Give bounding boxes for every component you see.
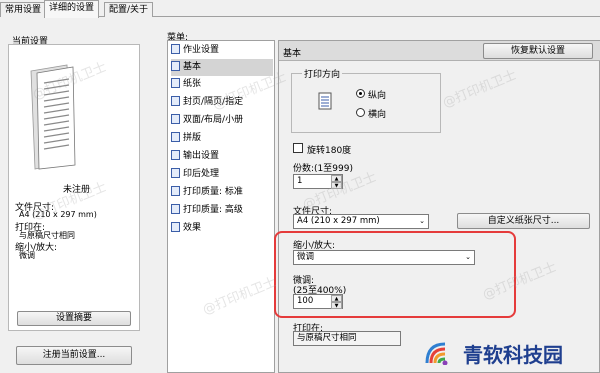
register-current-settings-button[interactable]: 注册当前设置...	[16, 346, 132, 365]
zoom-highlight-box	[274, 231, 516, 318]
basic-icon	[171, 61, 180, 71]
panel-header: 基本 恢复默认设置	[279, 41, 600, 61]
menu-item-output[interactable]: 输出设置	[171, 148, 273, 165]
print-on-dropdown[interactable]: 与原稿尺寸相同	[293, 331, 401, 346]
portrait-label: 纵向	[368, 91, 387, 101]
paper-size-dropdown[interactable]: A4 (210 x 297 mm) ⌄	[293, 214, 429, 229]
menu-item-cover[interactable]: 封页/隔页/指定	[171, 94, 273, 111]
menu-item-quality-advanced[interactable]: 打印质量: 高级	[171, 202, 273, 219]
output-icon	[171, 150, 180, 160]
basic-settings-panel: 基本 恢复默认设置 打印方向 纵向 横向 旋转180度 份数:(1至999) 1…	[278, 40, 600, 373]
landscape-radio[interactable]	[356, 108, 365, 117]
menu-item-basic[interactable]: 基本	[171, 59, 273, 76]
orientation-group: 打印方向 纵向 横向	[291, 67, 441, 133]
signal-logo-icon	[425, 342, 448, 365]
current-settings-panel: 未注册 文件尺寸: A4 (210 x 297 mm) 打印在: 与原稿尺寸相同…	[8, 44, 140, 331]
portrait-radio[interactable]	[356, 89, 365, 98]
chevron-down-icon: ⌄	[419, 217, 425, 225]
paper-icon	[171, 78, 180, 88]
tab-bar: 常用设置 详细的设置 配置/关于	[0, 0, 600, 18]
menu-item-effect[interactable]: 效果	[171, 220, 273, 237]
imposition-icon	[171, 132, 180, 142]
document-preview-icon	[30, 64, 76, 170]
job-settings-icon	[171, 44, 180, 54]
tab-config-about[interactable]: 配置/关于	[104, 2, 154, 17]
brand-text: 青软科技园	[463, 343, 563, 367]
menu-item-job-settings[interactable]: 作业设置	[171, 42, 273, 59]
menu-item-paper[interactable]: 纸张	[171, 76, 273, 93]
tab-common-settings[interactable]: 常用设置	[0, 2, 47, 17]
rotate-180-label: 旋转180度	[307, 146, 352, 156]
menu-item-finishing[interactable]: 印后处理	[171, 166, 273, 183]
orientation-title: 打印方向	[302, 67, 343, 80]
menu-item-imposition[interactable]: 拼版	[171, 130, 273, 147]
copies-label: 份数:(1至999)	[293, 164, 353, 174]
finishing-icon	[171, 168, 180, 178]
quality-icon	[171, 186, 180, 196]
menu-item-quality-standard[interactable]: 打印质量: 标准	[171, 184, 273, 201]
settings-summary-button[interactable]: 设置摘要	[17, 311, 131, 326]
tab-detailed-settings[interactable]: 详细的设置	[44, 0, 100, 18]
restore-defaults-button[interactable]: 恢复默认设置	[483, 43, 593, 59]
quality-advanced-icon	[171, 204, 180, 214]
paper-size-value: A4 (210 x 297 mm)	[19, 210, 97, 219]
menu-item-duplex[interactable]: 双面/布局/小册	[171, 112, 273, 129]
duplex-icon	[171, 114, 180, 124]
registration-status: 未注册	[63, 185, 91, 195]
copies-down-arrow[interactable]: ▼	[331, 182, 342, 189]
panel-header-title: 基本	[283, 49, 302, 59]
landscape-label: 横向	[368, 110, 387, 120]
zoom-value: 微调	[19, 251, 35, 260]
rotate-180-checkbox[interactable]	[293, 143, 303, 153]
custom-paper-size-button[interactable]: 自定义纸张尺寸...	[457, 213, 590, 229]
effect-icon	[171, 222, 180, 232]
menu-list: 作业设置 基本 纸张 封页/隔页/指定 双面/布局/小册 拼版 输出设置 印后处…	[167, 40, 275, 373]
cover-icon	[171, 96, 180, 106]
copies-up-arrow[interactable]: ▲	[331, 175, 342, 182]
portrait-document-icon	[318, 92, 332, 110]
